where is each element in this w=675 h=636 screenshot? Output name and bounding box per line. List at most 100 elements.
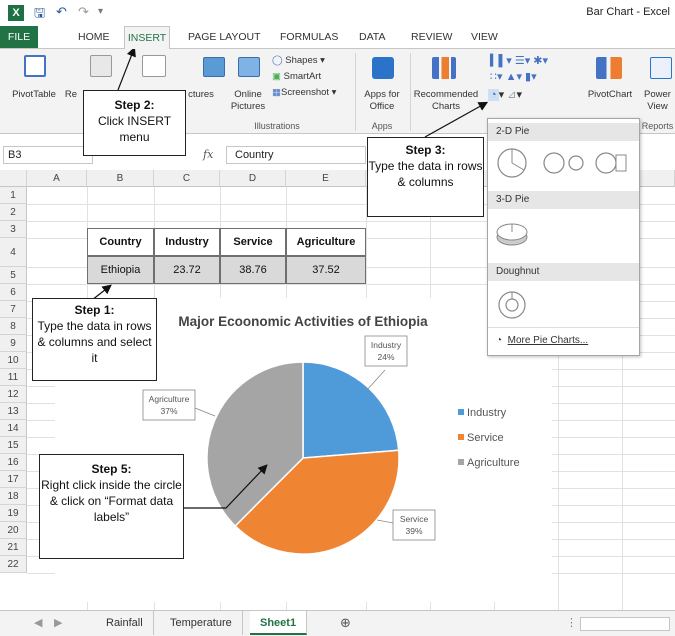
column-header-e[interactable]: E [286, 170, 366, 187]
legend-swatch-industry[interactable] [458, 409, 464, 415]
row-header-2[interactable]: 2 [0, 204, 27, 221]
row-header-10[interactable]: 10 [0, 352, 27, 369]
pie-of-pie-option[interactable] [543, 152, 584, 174]
column-header-a[interactable]: A [27, 170, 87, 187]
sheet-tab-rainfall[interactable]: Rainfall [96, 611, 154, 635]
name-box[interactable]: B3 [3, 146, 93, 164]
row-header-4[interactable]: 4 [0, 238, 27, 267]
tab-file[interactable]: FILE [0, 26, 38, 48]
recommended-charts-icon[interactable] [432, 57, 456, 79]
line-chart-icon[interactable]: ⊿ [507, 89, 516, 101]
legend-label-industry[interactable]: Industry [467, 407, 507, 419]
row-header-1[interactable]: 1 [0, 187, 27, 204]
row-header-19[interactable]: 19 [0, 505, 27, 522]
tab-insert[interactable]: INSERT [124, 26, 170, 49]
row-header-6[interactable]: 6 [0, 284, 27, 301]
pictures-button[interactable]: ctures [186, 89, 216, 101]
row-header-21[interactable]: 21 [0, 539, 27, 556]
row-header-18[interactable]: 18 [0, 488, 27, 505]
cell-agriculture[interactable]: 37.52 [286, 256, 366, 284]
horizontal-scrollbar[interactable] [580, 617, 670, 631]
column-header-d[interactable]: D [220, 170, 286, 187]
cell-country[interactable]: Ethiopia [87, 256, 154, 284]
chart-type-row-2[interactable]: ∷▾ ▲▾ ▮▾ [490, 71, 570, 83]
stock-chart-icon[interactable]: ▮ [525, 71, 531, 83]
bar-of-pie-option[interactable] [595, 152, 627, 174]
column-header-b[interactable]: B [87, 170, 154, 187]
pivot-table-button[interactable]: PivotTable [4, 89, 64, 101]
row-header-14[interactable]: 14 [0, 420, 27, 437]
customize-toolbar-icon[interactable]: ▾ [98, 6, 103, 17]
screenshot-button[interactable]: ▦Screenshot ▾ [272, 87, 352, 99]
row-header-17[interactable]: 17 [0, 471, 27, 488]
chart-type-row-1[interactable]: ▍▌▾ ☰▾ ✱▾ [490, 55, 570, 67]
tab-data[interactable]: DATA [359, 31, 385, 43]
tab-view[interactable]: VIEW [471, 31, 498, 43]
chart-title[interactable]: Major Ecoonomic Activities of Ethiopia [178, 314, 428, 329]
hierarchy-chart-icon[interactable]: ✱ [533, 55, 542, 67]
row-header-8[interactable]: 8 [0, 318, 27, 335]
pie-3d-option[interactable] [496, 223, 528, 246]
add-sheet-icon[interactable]: ⊕ [340, 615, 351, 631]
column-chart-icon[interactable]: ▍▌ [490, 55, 506, 67]
fx-icon[interactable]: fx [203, 148, 213, 161]
row-header-5[interactable]: 5 [0, 267, 27, 284]
scroll-left-icon[interactable]: ◀ [34, 616, 42, 629]
legend-swatch-service[interactable] [458, 434, 464, 440]
tab-page-layout[interactable]: PAGE LAYOUT [188, 31, 261, 43]
pictures-icon[interactable] [203, 57, 225, 77]
tab-formulas[interactable]: FORMULAS [280, 31, 338, 43]
apps-for-office-button[interactable]: Apps for Office [357, 89, 407, 113]
tab-home[interactable]: HOME [78, 31, 110, 43]
pie-chart-icon[interactable]: ◔ [488, 89, 499, 101]
legend-swatch-agriculture[interactable] [458, 459, 464, 465]
doughnut-option[interactable] [498, 291, 526, 319]
row-header-22[interactable]: 22 [0, 556, 27, 573]
save-icon[interactable]: 🖫 [34, 4, 45, 26]
more-options-icon[interactable]: ⋮ [566, 616, 577, 629]
formula-input[interactable]: Country [226, 146, 366, 164]
redo-icon[interactable]: ↷ [78, 4, 89, 20]
row-header-15[interactable]: 15 [0, 437, 27, 454]
apps-for-office-icon[interactable] [372, 57, 394, 79]
pivot-table-icon[interactable] [24, 55, 46, 77]
pivot-chart-icon[interactable] [596, 57, 622, 79]
shapes-button[interactable]: ◯ Shapes ▾ [272, 55, 342, 67]
header-industry[interactable]: Industry [154, 228, 220, 256]
table-icon[interactable] [90, 55, 112, 77]
row-header-12[interactable]: 12 [0, 386, 27, 403]
tab-review[interactable]: REVIEW [411, 31, 452, 43]
recommended-pivot-label[interactable]: Re [64, 89, 78, 101]
area-chart-icon[interactable]: ▲ [506, 71, 517, 83]
row-header-9[interactable]: 9 [0, 335, 27, 352]
online-pictures-button[interactable]: Online Pictures [226, 89, 270, 113]
row-header-16[interactable]: 16 [0, 454, 27, 471]
power-view-icon[interactable] [650, 57, 672, 79]
undo-icon[interactable]: ↶ [56, 4, 67, 20]
online-pictures-icon[interactable] [238, 57, 260, 77]
row-header-3[interactable]: 3 [0, 221, 27, 238]
legend-label-agriculture[interactable]: Agriculture [467, 457, 520, 469]
row-header-13[interactable]: 13 [0, 403, 27, 420]
pie-slice-industry[interactable] [302, 361, 400, 459]
sheet-tab-temperature[interactable]: Temperature [160, 611, 243, 635]
chart-type-row-3[interactable]: ◔ ▾ ⊿▾ [488, 89, 538, 101]
header-service[interactable]: Service [220, 228, 286, 256]
column-header-c[interactable]: C [154, 170, 220, 187]
pivot-chart-button[interactable]: PivotChart [585, 89, 635, 101]
row-header-11[interactable]: 11 [0, 369, 27, 386]
cell-industry[interactable]: 23.72 [154, 256, 220, 284]
scroll-right-icon[interactable]: ▶ [54, 616, 62, 629]
sheet-tab-sheet1[interactable]: Sheet1 [250, 611, 308, 635]
scatter-chart-icon[interactable]: ∷ [490, 71, 497, 83]
cell-service[interactable]: 38.76 [220, 256, 286, 284]
header-agriculture[interactable]: Agriculture [286, 228, 366, 256]
bar-chart-icon[interactable]: ☰ [515, 55, 525, 67]
select-all-corner[interactable] [0, 170, 27, 187]
row-header-20[interactable]: 20 [0, 522, 27, 539]
power-view-button[interactable]: Power View [640, 89, 675, 113]
legend-label-service[interactable]: Service [467, 432, 504, 444]
table-grid-icon[interactable] [142, 55, 166, 77]
recommended-charts-button[interactable]: Recommended Charts [412, 89, 480, 113]
row-header-7[interactable]: 7 [0, 301, 27, 318]
